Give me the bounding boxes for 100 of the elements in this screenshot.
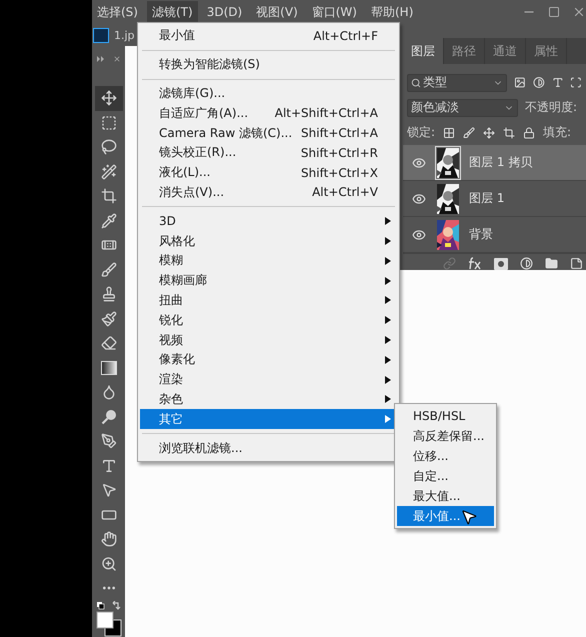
- frame-icon[interactable]: [570, 76, 582, 89]
- menu-item[interactable]: 3D: [140, 211, 397, 232]
- app-logo-icon: [93, 28, 109, 42]
- layer-name: 图层 1 拷贝: [469, 154, 532, 171]
- menu-item[interactable]: 渲染: [140, 370, 397, 390]
- type-icon[interactable]: [552, 76, 564, 89]
- opacity-label: 不透明度:: [525, 99, 578, 116]
- mask-icon[interactable]: [494, 258, 508, 270]
- submenu-arrow-icon: [385, 336, 391, 344]
- menu-item[interactable]: HSB/HSL: [397, 406, 494, 426]
- lollipop-icon[interactable]: [100, 408, 116, 425]
- panel-tab[interactable]: 图层: [403, 38, 444, 64]
- menu-item[interactable]: 扭曲: [140, 290, 397, 310]
- eraser-icon[interactable]: [100, 335, 116, 352]
- menu-item[interactable]: 模糊画廊: [140, 270, 397, 291]
- menu-item[interactable]: 液化(L)... Shift+Ctrl+X: [140, 162, 397, 183]
- folder-icon[interactable]: [545, 257, 558, 270]
- gradient-icon[interactable]: [100, 360, 116, 375]
- new-layer-icon[interactable]: [570, 257, 583, 270]
- menu-item[interactable]: 镜头校正(R)... Shift+Ctrl+R: [140, 142, 397, 163]
- droplet-icon[interactable]: [100, 384, 116, 400]
- menu-item[interactable]: 最小值 Alt+Ctrl+F: [140, 26, 397, 46]
- grid-icon[interactable]: [443, 126, 456, 138]
- eyedropper-icon[interactable]: [100, 212, 116, 229]
- menu-item[interactable]: 自定...: [397, 466, 494, 486]
- menu-item[interactable]: 最大值...: [397, 486, 494, 506]
- layer-name: 背景: [469, 226, 493, 243]
- menu-item[interactable]: 位移...: [397, 446, 494, 466]
- menu-item[interactable]: 转换为智能滤镜(S): [140, 54, 397, 75]
- eye-icon[interactable]: [412, 228, 426, 242]
- menu-item[interactable]: 风格化: [140, 231, 397, 251]
- submenu-arrow-icon: [385, 256, 391, 265]
- search-icon: [411, 78, 421, 88]
- menu-title[interactable]: 3D(D): [202, 2, 248, 22]
- mouse-cursor-icon: [460, 508, 478, 526]
- fx-icon[interactable]: [468, 257, 482, 270]
- paintbrush-icon[interactable]: [100, 310, 116, 327]
- submenu-arrow-icon: [385, 356, 391, 364]
- close-icon[interactable]: [112, 55, 120, 63]
- move-icon[interactable]: [100, 90, 116, 106]
- panel-tab[interactable]: 属性: [526, 38, 567, 64]
- panel-tab[interactable]: 通道: [485, 38, 526, 64]
- half-circle-icon[interactable]: [532, 76, 544, 89]
- submenu-arrow-icon: [385, 217, 391, 226]
- menu-item[interactable]: 杂色: [140, 390, 397, 410]
- image-icon[interactable]: [514, 76, 526, 89]
- panel-tab[interactable]: 路径: [444, 38, 485, 64]
- layer-name: 图层 1: [469, 190, 504, 207]
- crop-icon[interactable]: [503, 126, 516, 138]
- eye-icon[interactable]: [412, 192, 426, 206]
- menu-item[interactable]: 锐化: [140, 310, 397, 330]
- close-icon[interactable]: [572, 5, 586, 19]
- swap-colors-icon[interactable]: [96, 600, 122, 610]
- brush-icon[interactable]: [100, 262, 116, 278]
- maximize-icon[interactable]: [548, 6, 560, 18]
- menu-title[interactable]: 滤镜(T): [146, 0, 198, 24]
- type-icon[interactable]: [100, 458, 116, 474]
- lock-label: 锁定:: [407, 124, 436, 141]
- menu-item[interactable]: 自适应广角(A)... Alt+Shift+Ctrl+A: [140, 103, 397, 124]
- submenu-arrow-icon: [385, 276, 391, 285]
- fill-label: 填充:: [543, 124, 572, 141]
- menu-item[interactable]: 消失点(V)... Alt+Ctrl+V: [140, 182, 397, 202]
- menu-item[interactable]: 模糊: [140, 250, 397, 271]
- pen-icon[interactable]: [100, 433, 116, 450]
- filter-dropdown[interactable]: 类型: [407, 74, 507, 92]
- expand-icon[interactable]: [96, 56, 104, 62]
- submenu-arrow-icon: [385, 415, 391, 424]
- lasso-icon[interactable]: [100, 139, 116, 156]
- submenu-arrow-icon: [385, 296, 391, 304]
- layer-row[interactable]: 图层 1: [403, 181, 586, 217]
- submenu-arrow-icon: [385, 316, 391, 324]
- menu-title[interactable]: 窗口(W): [306, 0, 362, 24]
- blend-mode-dropdown[interactable]: 颜色减淡: [407, 98, 518, 116]
- color-swatches-icon[interactable]: [96, 610, 122, 636]
- menu-item[interactable]: 浏览联机滤镜...: [140, 438, 397, 458]
- move-icon[interactable]: [483, 126, 496, 138]
- menu-item[interactable]: 其它: [140, 409, 397, 430]
- menu-item[interactable]: Camera Raw 滤镜(C)... Shift+Ctrl+A: [140, 123, 397, 143]
- stamp-icon[interactable]: [100, 286, 116, 302]
- document-tab[interactable]: 1.jp: [114, 28, 135, 42]
- menu-item[interactable]: 滤镜库(G)...: [140, 84, 397, 104]
- menu-title[interactable]: 选择(S): [92, 0, 143, 24]
- layer-row[interactable]: 背景: [403, 217, 586, 253]
- brush-icon[interactable]: [463, 126, 476, 138]
- menu-item[interactable]: 最小值...: [397, 506, 494, 526]
- lock-icon[interactable]: [523, 126, 536, 138]
- zoom-icon[interactable]: [100, 556, 116, 572]
- menu-title[interactable]: 帮助(H): [366, 0, 418, 24]
- crop-icon[interactable]: [100, 188, 116, 204]
- magic-wand-icon[interactable]: [100, 164, 116, 180]
- marquee-icon[interactable]: [100, 114, 116, 131]
- pointer-icon[interactable]: [100, 482, 116, 498]
- menu-item[interactable]: 视频: [140, 330, 397, 350]
- menu-item[interactable]: 像素化: [140, 350, 397, 370]
- menu-item[interactable]: 高反差保留...: [397, 426, 494, 446]
- eye-icon[interactable]: [412, 156, 426, 170]
- hand-icon[interactable]: [100, 531, 116, 548]
- layer-row[interactable]: 图层 1 拷贝: [403, 145, 586, 181]
- menu-title[interactable]: 视图(V): [251, 0, 303, 24]
- half-circle-icon[interactable]: [520, 257, 533, 270]
